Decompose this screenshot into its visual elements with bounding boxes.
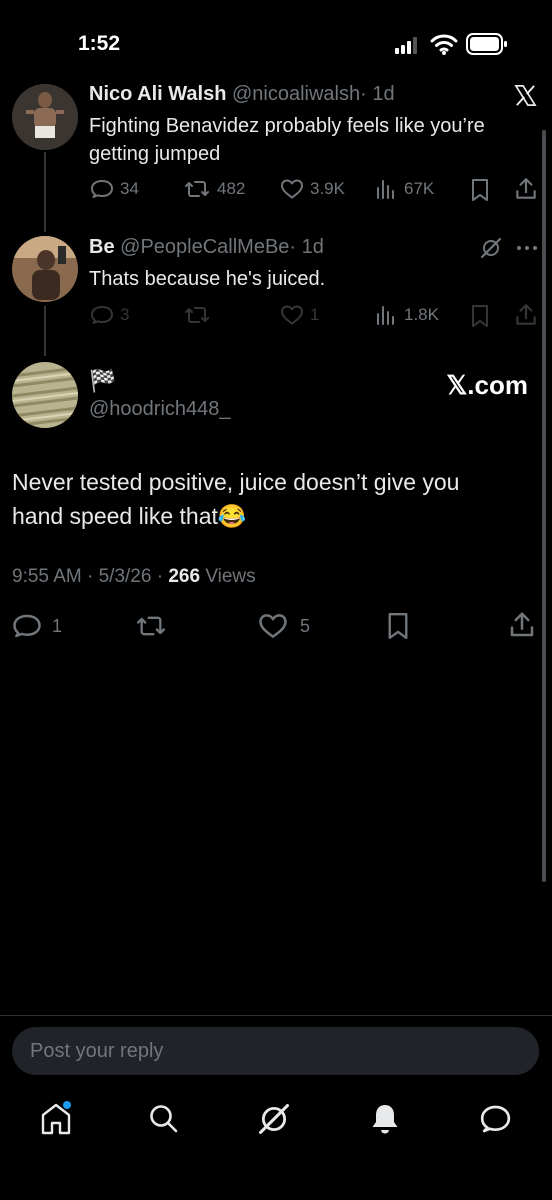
reply-icon <box>13 614 41 638</box>
like-icon <box>281 305 303 325</box>
grok-tab-icon[interactable] <box>257 1102 291 1136</box>
views-button[interactable]: 1.8K <box>374 303 439 327</box>
author-handle[interactable]: @hoodrich448_ <box>89 398 231 421</box>
views-icon <box>377 180 394 199</box>
battery-icon <box>466 33 507 55</box>
divider <box>0 1015 552 1016</box>
messages-icon[interactable] <box>479 1103 512 1135</box>
reply-icon <box>91 180 113 198</box>
like-button[interactable]: 3.9K <box>280 177 345 201</box>
reply-count: 34 <box>120 179 139 198</box>
post-text: Never tested positive, juice doesn’t giv… <box>12 465 459 533</box>
post-text-line: Never tested positive, juice doesn’t giv… <box>12 469 460 495</box>
like-count: 3.9K <box>310 179 345 198</box>
avatar[interactable] <box>12 362 78 428</box>
views-icon <box>377 306 394 325</box>
tab-home[interactable] <box>39 1101 73 1137</box>
notifications-icon[interactable] <box>369 1102 401 1136</box>
repost-icon <box>185 307 209 323</box>
repost-icon <box>185 181 209 197</box>
views-count[interactable]: 266 <box>168 566 200 587</box>
share-icon[interactable] <box>513 176 539 202</box>
author-handle[interactable]: @nicoaliwalsh <box>232 83 360 105</box>
reply-placeholder: Post your reply <box>30 1039 164 1062</box>
tweet-text: Thats because he's juiced. <box>89 268 326 290</box>
reply-button[interactable]: 34 <box>90 177 139 201</box>
tweet-age: · 1d <box>360 83 395 105</box>
more-icon[interactable] <box>516 244 538 252</box>
tweet-text: Fighting Benavidez probably feels like y… <box>89 112 485 168</box>
views-count: 67K <box>404 179 435 198</box>
reply-input[interactable]: Post your reply <box>12 1027 539 1075</box>
like-count: 5 <box>300 615 311 636</box>
signal-icon <box>395 37 417 54</box>
tweet-header: Nico Ali Walsh @nicoaliwalsh· 1d <box>89 83 395 106</box>
post-date: · 5/3/26 · <box>87 566 164 587</box>
like-icon <box>281 179 303 199</box>
like-icon <box>259 614 287 638</box>
author-name[interactable]: Nico Ali Walsh <box>89 83 226 105</box>
reply-icon <box>91 306 113 324</box>
author-name-emoji[interactable]: 🏁 <box>89 368 116 394</box>
author-handle[interactable]: @PeopleCallMeBe <box>120 236 289 258</box>
share-icon[interactable] <box>507 610 537 640</box>
thread-connector <box>44 306 46 356</box>
post-text-line: hand speed like that <box>12 503 218 529</box>
views-button[interactable]: 67K <box>374 177 434 201</box>
tweet-text-line: getting jumped <box>89 143 221 165</box>
bookmark-icon[interactable] <box>469 178 491 202</box>
laughing-emoji: 😂 <box>217 503 247 529</box>
avatar[interactable] <box>12 84 78 150</box>
status-time: 1:52 <box>78 32 121 55</box>
author-name[interactable]: Be <box>89 236 115 258</box>
tweet-age: · 1d <box>289 236 324 258</box>
views-count: 1.8K <box>404 305 439 324</box>
repost-icon[interactable] <box>134 612 168 640</box>
search-icon[interactable] <box>148 1103 180 1135</box>
views-label: Views <box>205 566 256 587</box>
post-time[interactable]: 9:55 AM <box>12 566 82 587</box>
repost-button[interactable]: 482 <box>183 177 245 201</box>
avatar[interactable] <box>12 236 78 302</box>
like-button[interactable]: 5 <box>258 611 310 641</box>
tweet-text-line: Fighting Benavidez probably feels like y… <box>89 115 485 137</box>
share-icon[interactable] <box>513 302 539 328</box>
wifi-icon <box>430 34 458 55</box>
like-count: 1 <box>310 305 320 324</box>
repost-count: 482 <box>217 179 246 198</box>
reply-count: 3 <box>120 305 130 324</box>
repost-button[interactable] <box>183 303 211 327</box>
reply-count: 1 <box>52 615 63 636</box>
x-logo-icon[interactable] <box>514 84 537 107</box>
post-meta: 9:55 AM · 5/3/26 · 266 Views <box>12 566 256 588</box>
grok-icon[interactable] <box>479 236 503 260</box>
watermark: 𝕏.com <box>446 370 528 400</box>
bookmark-icon[interactable] <box>385 611 411 641</box>
reply-button[interactable]: 3 <box>90 303 129 327</box>
notification-dot <box>63 1101 71 1109</box>
thread-connector <box>44 152 46 232</box>
scrollbar[interactable] <box>542 130 546 882</box>
tweet-header: Be @PeopleCallMeBe· 1d <box>89 236 324 259</box>
like-button[interactable]: 1 <box>280 303 319 327</box>
reply-button[interactable]: 1 <box>12 611 62 641</box>
bookmark-icon[interactable] <box>469 304 491 328</box>
